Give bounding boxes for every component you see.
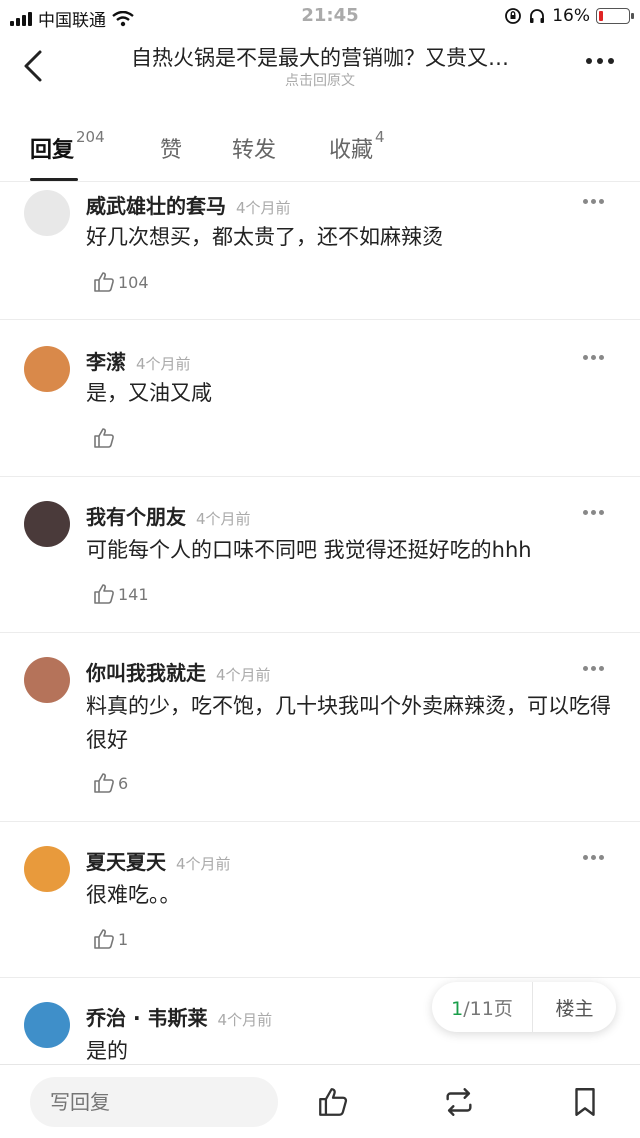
comment-author[interactable]: 你叫我我就走 <box>86 661 206 685</box>
comment-author[interactable]: 我有个朋友 <box>86 505 186 529</box>
page-jump-button[interactable]: 1/11页 <box>432 994 532 1021</box>
tab-bar: 回复204 赞 转发 收藏4 <box>0 120 640 182</box>
avatar[interactable] <box>24 846 70 892</box>
comment-time: 4个月前 <box>236 199 291 217</box>
reply-input[interactable] <box>30 1077 278 1127</box>
tab-replies[interactable]: 回复204 <box>30 128 105 164</box>
avatar[interactable] <box>24 657 70 703</box>
avatar[interactable] <box>24 346 70 392</box>
header: 自热火锅是不是最大的营销咖？又贵又… 点击回原文 <box>0 34 640 100</box>
comment-author[interactable]: 乔治 · 韦斯莱 <box>86 1006 208 1030</box>
battery-fill <box>599 11 604 21</box>
like-button[interactable]: 141 <box>92 582 149 606</box>
comment-time: 4个月前 <box>196 510 251 528</box>
thumbs-up-icon <box>94 272 114 292</box>
like-count: 6 <box>118 773 129 793</box>
comment-item: 威武雄壮的套马 4个月前 好几次想买，都太贵了，还不如麻辣烫 104 <box>0 182 640 320</box>
thumbs-up-icon <box>94 428 114 448</box>
comment-time: 4个月前 <box>216 666 271 684</box>
thumbs-up-icon <box>94 584 114 604</box>
tab-active-indicator <box>30 178 78 181</box>
comment-item: 我有个朋友 4个月前 可能每个人的口味不同吧 我觉得还挺好吃的hhh 141 <box>0 477 640 633</box>
repost-icon[interactable] <box>442 1085 476 1119</box>
more-icon[interactable] <box>586 58 614 64</box>
comment-author[interactable]: 威武雄壮的套马 <box>86 194 226 218</box>
thumbs-up-icon <box>94 929 114 949</box>
battery-percent: 16% <box>552 6 590 26</box>
comment-text: 好几次想买，都太贵了，还不如麻辣烫 <box>86 225 443 249</box>
status-bar: 中国联通 21:45 16% <box>0 0 640 34</box>
page-indicator: 1/11页 楼主 <box>432 982 616 1032</box>
tab-favorites[interactable]: 收藏4 <box>329 128 385 164</box>
battery-icon <box>596 8 634 24</box>
page-title[interactable]: 自热火锅是不是最大的营销咖？又贵又… <box>96 42 544 72</box>
orientation-lock-icon <box>505 8 522 24</box>
tab-likes[interactable]: 赞 <box>160 132 182 164</box>
comment-more-icon[interactable] <box>583 355 604 360</box>
like-count: 1 <box>118 929 129 949</box>
tab-reposts[interactable]: 转发 <box>232 132 276 164</box>
avatar[interactable] <box>24 190 70 236</box>
comment-time: 4个月前 <box>136 355 191 373</box>
bottom-bar <box>0 1064 640 1138</box>
like-button[interactable]: 6 <box>92 771 128 795</box>
comment-text: 可能每个人的口味不同吧 我觉得还挺好吃的hhh <box>86 538 532 562</box>
comment-more-icon[interactable] <box>583 855 604 860</box>
like-button[interactable]: 104 <box>92 270 149 294</box>
comment-author[interactable]: 夏天夏天 <box>86 850 166 874</box>
like-icon[interactable] <box>316 1085 350 1119</box>
thumbs-up-icon <box>94 773 114 793</box>
comment-time: 4个月前 <box>176 855 231 873</box>
like-count: 141 <box>118 584 149 604</box>
bookmark-icon[interactable] <box>568 1085 602 1119</box>
comment-item: 夏天夏天 4个月前 很难吃。。 1 <box>0 822 640 978</box>
comment-text: 料真的少，吃不饱，几十块我叫个外卖麻辣烫，可以吃得很好 <box>86 694 611 752</box>
comment-time: 4个月前 <box>217 1011 273 1029</box>
comment-text: 是的 <box>86 1039 128 1063</box>
comment-author[interactable]: 李潆 <box>86 350 126 374</box>
avatar[interactable] <box>24 501 70 547</box>
tab-favorites-count: 4 <box>375 128 385 146</box>
back-icon[interactable] <box>18 46 54 86</box>
comment-item: 你叫我我就走 4个月前 料真的少，吃不饱，几十块我叫个外卖麻辣烫，可以吃得很好 6 <box>0 633 640 822</box>
back-to-original-link[interactable]: 点击回原文 <box>96 70 544 90</box>
original-poster-filter-button[interactable]: 楼主 <box>533 994 616 1021</box>
avatar[interactable] <box>24 1002 70 1048</box>
total-pages: /11页 <box>463 997 513 1020</box>
comment-item: 李潆 4个月前 是，又油又咸 <box>0 320 640 477</box>
comment-text: 很难吃。。 <box>86 883 181 907</box>
comment-more-icon[interactable] <box>583 666 604 671</box>
comment-more-icon[interactable] <box>583 199 604 204</box>
tab-replies-count: 204 <box>76 128 105 146</box>
like-button[interactable]: 1 <box>92 927 128 951</box>
like-button[interactable] <box>92 426 118 450</box>
current-page: 1 <box>451 997 464 1020</box>
headphones-icon <box>530 9 545 23</box>
comment-text: 是，又油又咸 <box>86 381 212 405</box>
comment-more-icon[interactable] <box>583 510 604 515</box>
like-count: 104 <box>118 272 149 292</box>
